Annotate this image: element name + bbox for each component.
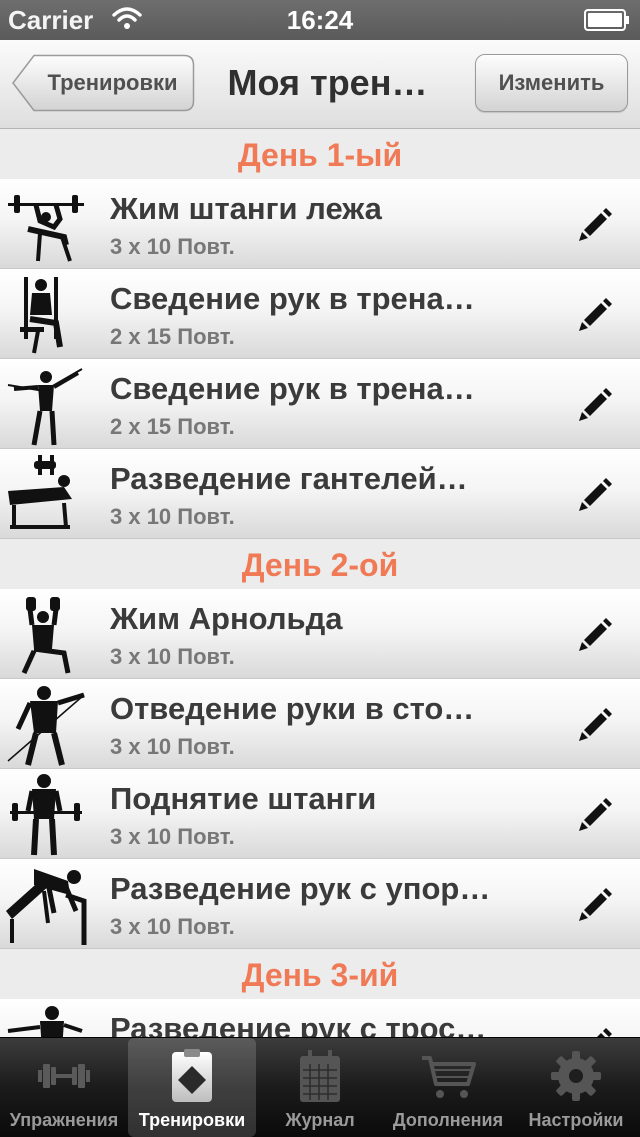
tab-bar: Упражнения Тренировки Журнал Дополнения … (0, 1037, 640, 1137)
exercise-name: Отведение руки в сто… (110, 691, 475, 726)
exercise-row[interactable]: Отведение руки в сто… 3 x 10 Повт. (0, 679, 640, 769)
dumbbell-fly-icon (8, 455, 72, 529)
pencil-icon[interactable] (576, 206, 614, 244)
tab-journal[interactable]: Журнал (256, 1038, 384, 1137)
exercise-reps: 2 x 15 Повт. (110, 414, 235, 439)
pencil-icon[interactable] (576, 1026, 614, 1037)
pencil-icon[interactable] (576, 296, 614, 334)
section-header: День 3-ий (0, 949, 640, 999)
pencil-icon[interactable] (576, 476, 614, 514)
exercise-name: Сведение рук в трена… (110, 281, 475, 316)
exercise-row[interactable]: Жим Арнольда 3 x 10 Повт. (0, 589, 640, 679)
tab-label: Журнал (285, 1110, 355, 1130)
lateral-raise-icon (7, 686, 85, 766)
exercise-name: Сведение рук в трена… (110, 371, 475, 406)
barbell-curl-icon (10, 774, 82, 856)
exercise-row[interactable]: Сведение рук в трена… 2 x 15 Повт. (0, 359, 640, 449)
tab-workouts[interactable]: Тренировки (128, 1038, 256, 1137)
pencil-icon[interactable] (576, 796, 614, 834)
exercise-name: Жим Арнольда (110, 601, 343, 636)
tab-label: Настройки (528, 1110, 624, 1130)
dumbbell-icon (38, 1064, 90, 1088)
cable-crossover-icon (7, 368, 83, 446)
exercise-row[interactable]: Сведение рук в трена… 2 x 15 Повт. (0, 269, 640, 359)
exercise-name: Жим штанги лежа (110, 191, 382, 226)
tab-extras[interactable]: Дополнения (384, 1038, 512, 1137)
tab-settings[interactable]: Настройки (512, 1038, 640, 1137)
page-title: Моя трен… (227, 62, 428, 103)
chest-machine-icon (20, 277, 63, 354)
calendar-icon (300, 1050, 340, 1102)
section-header: День 2-ой (0, 539, 640, 589)
clock: 16:24 (286, 5, 354, 35)
back-button-label: Тренировки (47, 70, 178, 95)
pencil-icon[interactable] (576, 706, 614, 744)
tab-label: Упражнения (9, 1110, 119, 1130)
exercise-reps: 3 x 10 Повт. (110, 644, 235, 669)
exercise-name: Разведение рук с упор… (110, 871, 491, 906)
bench-press-icon (8, 195, 84, 262)
cart-icon (422, 1056, 476, 1098)
section-header: День 1-ый (0, 129, 640, 179)
gear-icon (551, 1051, 601, 1101)
edit-button[interactable]: Изменить (475, 54, 628, 112)
exercise-reps: 2 x 15 Повт. (110, 324, 235, 349)
exercise-row[interactable]: Разведение рук с упор… 3 x 10 Повт. (0, 859, 640, 949)
section-day-2: День 2-ой Жим Арнольда 3 x 10 Повт. Отве… (0, 539, 640, 949)
exercise-reps: 3 x 10 Повт. (110, 734, 235, 759)
exercise-row[interactable]: Разведение гантелей… 3 x 10 Повт. (0, 449, 640, 539)
arnold-press-icon (21, 597, 71, 675)
clipboard-icon (172, 1049, 212, 1102)
cable-fly-icon (7, 1006, 83, 1037)
pencil-icon[interactable] (576, 886, 614, 924)
exercise-name: Разведение гантелей… (110, 461, 468, 496)
section-day-3: День 3-ий Разведение рук с трос… (0, 949, 640, 1037)
pencil-icon[interactable] (576, 616, 614, 654)
exercise-reps: 3 x 10 Повт. (110, 824, 235, 849)
tab-label: Тренировки (138, 1110, 246, 1130)
pencil-icon[interactable] (576, 386, 614, 424)
exercise-name: Разведение рук с трос… (110, 1011, 487, 1037)
exercise-row[interactable]: Поднятие штанги 3 x 10 Повт. (0, 769, 640, 859)
exercise-reps: 3 x 10 Повт. (110, 504, 235, 529)
back-button[interactable]: Тренировки (12, 54, 195, 112)
navigation-bar: Тренировки Моя трен… Изменить (0, 40, 640, 129)
status-bar: Carrier 16:24 (0, 0, 640, 40)
workout-list: День 1-ый Жим штанги лежа 3 x 10 Повт. С… (0, 129, 640, 1037)
exercise-row[interactable]: Жим штанги лежа 3 x 10 Повт. (0, 179, 640, 269)
tab-label: Дополнения (392, 1110, 504, 1130)
tab-exercises[interactable]: Упражнения (0, 1038, 128, 1137)
incline-fly-icon (6, 869, 87, 945)
exercise-row[interactable]: Разведение рук с трос… (0, 999, 640, 1037)
section-day-1: День 1-ый Жим штанги лежа 3 x 10 Повт. С… (0, 129, 640, 539)
exercise-name: Поднятие штанги (110, 781, 377, 816)
battery-icon (584, 9, 629, 31)
exercise-reps: 3 x 10 Повт. (110, 914, 235, 939)
exercise-reps: 3 x 10 Повт. (110, 234, 235, 259)
